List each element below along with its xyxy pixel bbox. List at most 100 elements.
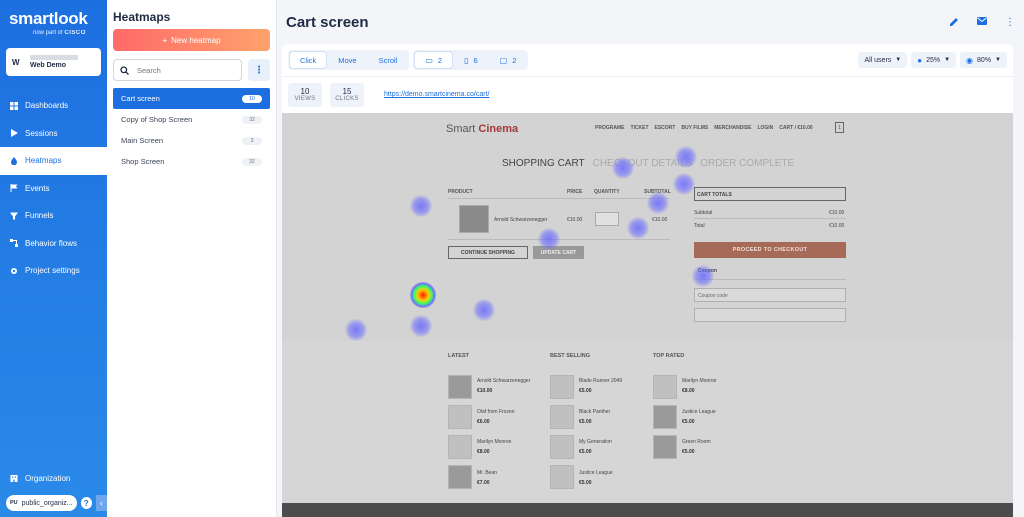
new-heatmap-button[interactable]: + New heatmap: [113, 29, 270, 51]
search-input[interactable]: [137, 65, 227, 75]
caret-down-icon: ▼: [944, 57, 951, 63]
device-tablet[interactable]: ▢ 2: [490, 52, 527, 68]
organization-switcher[interactable]: PU public_organiz...: [6, 495, 77, 511]
play-icon: [11, 129, 18, 138]
nav-item-dashboards[interactable]: Dashboards: [0, 92, 107, 120]
nav-item-heatmaps[interactable]: Heatmaps: [0, 147, 107, 175]
nav-menu: Dashboards Sessions Heatmaps Events Funn…: [0, 92, 107, 285]
preview-item-name: Black Panther: [579, 409, 611, 415]
heatmap-spot: [410, 315, 432, 337]
edit-button[interactable]: [948, 17, 960, 28]
preview-col-quantity: QUANTITY: [594, 189, 620, 195]
preview-item-price: €10.00: [477, 388, 493, 394]
header-actions: ⋮: [948, 16, 1016, 28]
heatmaps-panel: Heatmaps + New heatmap ⋮ Cart screen 10 …: [107, 0, 277, 517]
heatmap-list-item[interactable]: Copy of Shop Screen 32: [113, 109, 270, 130]
heatmap-spot: [473, 299, 495, 321]
preview-item-price: €7.00: [477, 480, 490, 486]
tab-click[interactable]: Click: [290, 52, 327, 68]
panel-more-button[interactable]: ⋮: [248, 59, 270, 81]
preview-latest-title: LATEST: [448, 353, 469, 359]
search-row: ⋮: [113, 59, 270, 81]
org-name: public_organiz...: [21, 499, 73, 507]
preview-continue-button: CONTINUE SHOPPING: [448, 246, 528, 259]
plus-icon: +: [162, 35, 168, 45]
heatmap-name: Shop Screen: [121, 157, 165, 166]
nav-item-label: Behavior flows: [25, 238, 78, 248]
heatmap-spot: [612, 157, 634, 179]
preview-item-name: Green Room: [682, 439, 711, 445]
preview-thumb: [550, 405, 574, 429]
logo-sub-prefix: now part of: [33, 30, 63, 36]
nav-item-organization[interactable]: Organization: [0, 467, 107, 489]
heatmap-toolbar: Click Move Scroll ▭ 2 ▯ 6 ▢ 2 All users ▼ ●: [282, 44, 1013, 77]
views-value: 10: [300, 87, 310, 96]
heatmap-list-item[interactable]: Main Screen 3: [113, 130, 270, 151]
tab-scroll[interactable]: Scroll: [369, 52, 408, 68]
preview-step-1: SHOPPING CART: [502, 158, 585, 169]
preview-product-image: [459, 205, 489, 233]
main-nav: smartlook now part of CISCO W Web Demo D…: [0, 0, 107, 517]
clicks-label: CLICKS: [335, 96, 359, 102]
caret-down-icon: ▼: [995, 57, 1001, 63]
preview-thumb: [448, 465, 472, 489]
heatmap-list-item[interactable]: Cart screen 10: [113, 88, 270, 109]
heatmap-spot: [673, 173, 695, 195]
preview-divider: [448, 198, 670, 199]
new-heatmap-label: New heatmap: [171, 35, 221, 45]
share-button[interactable]: [976, 16, 988, 28]
logo-text: smartlook: [9, 9, 88, 28]
flag-icon: [10, 184, 18, 193]
preview-best-title: BEST SELLING: [550, 353, 591, 359]
heatmap-list: Cart screen 10 Copy of Shop Screen 32 Ma…: [113, 88, 270, 172]
nav-item-project-settings[interactable]: Project settings: [0, 257, 107, 285]
heatmap-spot: [627, 217, 649, 239]
nav-item-events[interactable]: Events: [0, 175, 107, 203]
preview-item-name: Justice League: [682, 409, 716, 415]
preview-item-price: €5.00: [579, 388, 592, 394]
preview-item-price: €5.00: [682, 449, 695, 455]
device-count: 2: [512, 55, 517, 65]
nav-item-funnels[interactable]: Funnels: [0, 202, 107, 230]
nav-item-label: Events: [25, 183, 50, 193]
smartlook-logo[interactable]: smartlook now part of CISCO: [0, 0, 107, 44]
preview-item-price: €5.00: [682, 419, 695, 425]
heatmap-list-item[interactable]: Shop Screen 32: [113, 151, 270, 172]
tablet-icon: ▢: [499, 55, 508, 65]
heatmap-count-badge: 3: [242, 136, 262, 145]
preview-subtotal-value: €10.00: [829, 210, 845, 216]
preview-thumb: [448, 375, 472, 399]
preview-menu-item: ESCORT: [654, 125, 676, 131]
heatmap-count-badge: 32: [242, 157, 262, 166]
nav-item-behavior-flows[interactable]: Behavior flows: [0, 230, 107, 258]
more-options-button[interactable]: ⋮: [1004, 17, 1016, 28]
caret-down-icon: ▼: [895, 57, 902, 63]
device-mobile[interactable]: ▯ 6: [454, 52, 488, 68]
intensity-dropdown[interactable]: ● 25% ▼: [911, 52, 957, 68]
help-button[interactable]: ?: [80, 497, 92, 509]
heatmap-count-badge: 32: [242, 115, 262, 124]
preview-item-name: Marilyn Monroe: [477, 439, 512, 445]
users-filter-dropdown[interactable]: All users ▼: [858, 52, 908, 68]
device-desktop[interactable]: ▭ 2: [415, 52, 453, 68]
drop-icon: [11, 156, 17, 165]
project-selector[interactable]: W Web Demo: [6, 48, 101, 76]
mobile-icon: ▯: [464, 55, 469, 65]
opacity-dropdown[interactable]: ◉ 80% ▼: [960, 52, 1007, 68]
kebab-icon: ⋮: [1005, 16, 1015, 28]
preview-menu-item: PROGRAME: [595, 125, 625, 131]
kebab-icon: ⋮: [254, 64, 264, 76]
page-preview: Smart Cinema PROGRAME TICKET ESCORT BUY …: [282, 113, 1013, 517]
preview-qty-input: [595, 212, 619, 226]
funnel-icon: [10, 212, 18, 220]
heatmap-name: Cart screen: [121, 94, 160, 103]
views-stat: 10 VIEWS: [288, 82, 322, 107]
preview-product-price: €10.00: [567, 217, 583, 223]
nav-item-sessions[interactable]: Sessions: [0, 120, 107, 148]
collapse-nav-button[interactable]: ‹: [95, 495, 107, 511]
preview-thumb: [550, 435, 574, 459]
tab-move[interactable]: Move: [328, 52, 366, 68]
heatmap-url-link[interactable]: https://demo.smartcinema.co/cart/: [384, 91, 489, 98]
preview-menu-item: CART / €10.00: [779, 125, 813, 131]
preview-thumb: [653, 405, 677, 429]
